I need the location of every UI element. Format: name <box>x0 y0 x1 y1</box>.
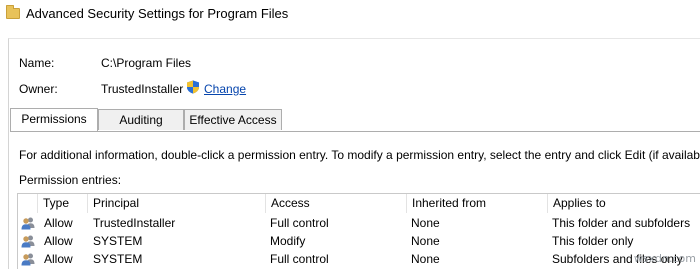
user-group-icon <box>21 216 35 230</box>
row-inherited-from: None <box>411 216 440 230</box>
info-text: For additional information, double-click… <box>19 148 700 162</box>
folder-icon <box>6 5 20 19</box>
tab-auditing[interactable]: Auditing <box>98 109 184 130</box>
row-access: Full control <box>270 252 329 266</box>
column-header-access[interactable]: Access <box>266 194 407 213</box>
uac-shield-icon[interactable] <box>186 80 200 94</box>
row-type: Allow <box>44 234 73 248</box>
row-applies-to: This folder only <box>552 234 634 248</box>
row-access: Modify <box>270 234 306 248</box>
watermark: wsxdn.com <box>633 252 696 265</box>
row-principal: TrustedInstaller <box>93 216 176 230</box>
tab-panel-border <box>10 131 700 132</box>
user-group-icon <box>21 252 35 266</box>
row-inherited-from: None <box>411 234 440 248</box>
title-bar: Advanced Security Settings for Program F… <box>0 0 700 28</box>
row-access: Full control <box>270 216 329 230</box>
row-principal: SYSTEM <box>93 234 143 248</box>
owner-label: Owner: <box>19 82 58 96</box>
permission-entries-label: Permission entries: <box>19 173 122 187</box>
change-owner-link[interactable]: Change <box>204 82 246 96</box>
user-group-icon <box>21 234 35 248</box>
name-label: Name: <box>19 56 55 70</box>
permission-entries-list[interactable]: Type Principal Access Inherited from App… <box>17 193 700 269</box>
name-value: C:\Program Files <box>101 56 192 70</box>
row-principal: SYSTEM <box>93 252 143 266</box>
tab-permissions[interactable]: Permissions <box>10 108 98 131</box>
window-title: Advanced Security Settings for Program F… <box>26 6 289 21</box>
row-applies-to: This folder and subfolders <box>552 216 691 230</box>
column-header-applies-to[interactable]: Applies to <box>548 194 700 213</box>
row-type: Allow <box>44 252 73 266</box>
tab-effective-access[interactable]: Effective Access <box>184 109 282 130</box>
owner-value: TrustedInstaller <box>101 82 184 96</box>
column-header-icon <box>18 194 38 213</box>
column-header-inherited-from[interactable]: Inherited from <box>407 194 548 213</box>
row-inherited-from: None <box>411 252 440 266</box>
column-header-principal[interactable]: Principal <box>88 194 266 213</box>
row-type: Allow <box>44 216 73 230</box>
column-header-type[interactable]: Type <box>38 194 88 213</box>
